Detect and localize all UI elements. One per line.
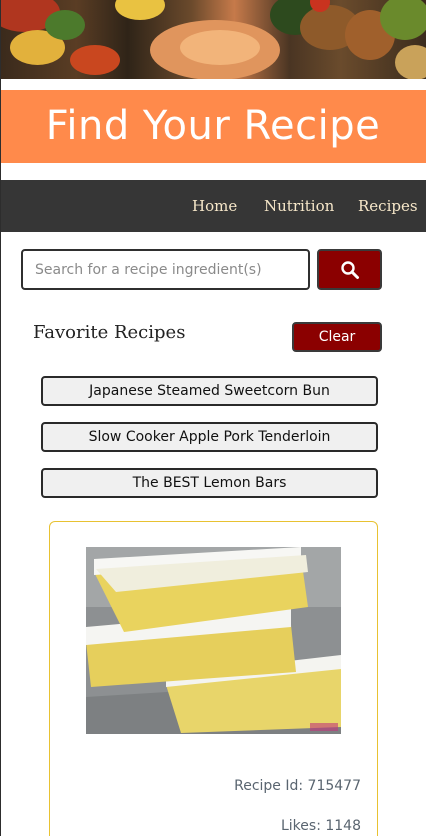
recipe-photo [86, 547, 341, 734]
page-border [0, 0, 1, 836]
recipe-id: Recipe Id: 715477 [234, 778, 361, 794]
hero-food-image [0, 0, 426, 79]
nav-link-recipes[interactable]: Recipes [358, 180, 418, 232]
favorite-recipe-button[interactable]: Japanese Steamed Sweetcorn Bun [41, 376, 378, 406]
favorites-heading: Favorite Recipes [33, 322, 186, 343]
clear-favorites-button[interactable]: Clear [292, 322, 382, 352]
search-button[interactable] [317, 249, 382, 290]
favorite-recipe-button[interactable]: The BEST Lemon Bars [41, 468, 378, 498]
page-title: Find Your Recipe [45, 103, 381, 149]
title-banner: Find Your Recipe [0, 90, 426, 163]
recipe-likes: Likes: 1148 [280, 818, 361, 834]
search-input[interactable] [21, 249, 310, 290]
nav-link-home[interactable]: Home [192, 180, 237, 232]
recipe-card[interactable]: Recipe Id: 715477 Likes: 1148 [49, 521, 378, 836]
search-icon [340, 260, 359, 279]
nav-bar: Home Nutrition Recipes [0, 180, 426, 232]
favorite-recipe-button[interactable]: Slow Cooker Apple Pork Tenderloin [41, 422, 378, 452]
nav-link-nutrition[interactable]: Nutrition [264, 180, 334, 232]
